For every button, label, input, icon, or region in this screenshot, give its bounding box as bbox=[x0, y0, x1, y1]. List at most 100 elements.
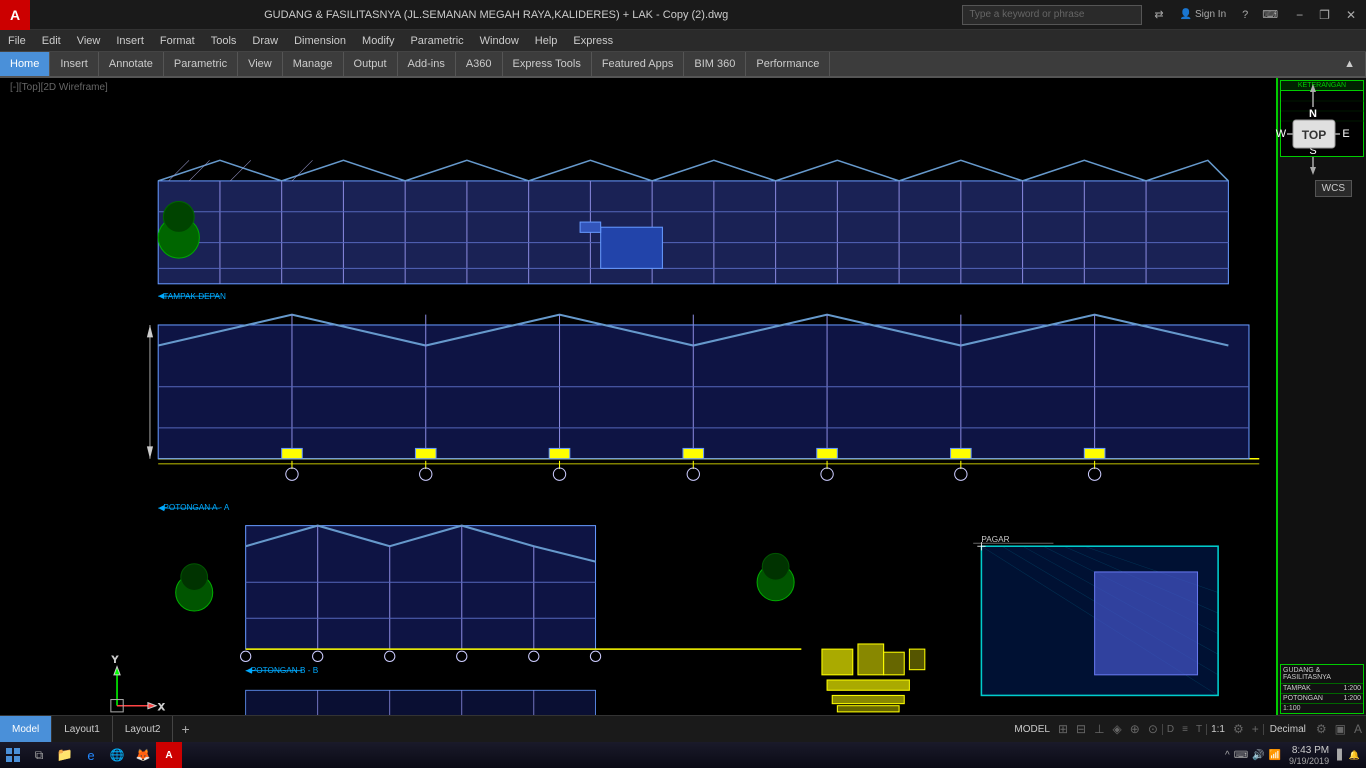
status-grid-icon[interactable]: ⊟ bbox=[1072, 722, 1090, 736]
tab-annotate[interactable]: Annotate bbox=[99, 52, 164, 76]
svg-text:E: E bbox=[1342, 128, 1349, 140]
menu-insert[interactable]: Insert bbox=[108, 30, 152, 51]
ribbon-minimize-arrow[interactable]: ▲ bbox=[1334, 52, 1366, 76]
menu-view[interactable]: View bbox=[69, 30, 109, 51]
menu-help[interactable]: Help bbox=[527, 30, 566, 51]
menu-window[interactable]: Window bbox=[472, 30, 527, 51]
status-lw-icon[interactable]: ≡ bbox=[1178, 724, 1192, 735]
restore-button[interactable]: ❐ bbox=[1313, 6, 1336, 24]
status-trans-icon[interactable]: T bbox=[1192, 724, 1206, 735]
title-block-name: GUDANG & FASILITASNYA bbox=[1281, 665, 1363, 684]
window-controls: − ❐ ✕ bbox=[1290, 6, 1366, 24]
notification-bell[interactable]: 🔔 bbox=[1349, 750, 1360, 761]
tab-bar: Model Layout1 Layout2 + MODEL ⊞ ⊟ ⊥ ◈ ⊕ … bbox=[0, 715, 1366, 742]
tab-layout2[interactable]: Layout2 bbox=[113, 716, 174, 742]
taskbar-chrome[interactable]: 🌐 bbox=[104, 742, 130, 768]
nav-cube[interactable]: N S W E TOP bbox=[1271, 82, 1356, 180]
cad-canvas-area[interactable]: [-][Top][2D Wireframe] N S W E TOP bbox=[0, 78, 1366, 716]
menu-parametric[interactable]: Parametric bbox=[402, 30, 471, 51]
app-icon: A bbox=[0, 0, 30, 30]
show-desktop[interactable]: ▋ bbox=[1337, 750, 1345, 761]
tab-a360[interactable]: A360 bbox=[456, 52, 503, 76]
svg-text:PAGAR: PAGAR bbox=[981, 535, 1009, 544]
clock-display[interactable]: 8:43 PM 9/19/2019 bbox=[1285, 745, 1333, 766]
taskbar-firefox[interactable]: 🦊 bbox=[130, 742, 156, 768]
status-osnap-icon[interactable]: ⊙ bbox=[1144, 722, 1162, 736]
help-icon-button[interactable]: ? bbox=[1238, 9, 1252, 21]
start-button[interactable] bbox=[0, 742, 26, 768]
status-settings2-icon[interactable]: ⚙ bbox=[1312, 722, 1331, 736]
taskbar-autocad[interactable]: A bbox=[156, 742, 182, 768]
tab-home[interactable]: Home bbox=[0, 52, 50, 76]
svg-text:W: W bbox=[1276, 128, 1287, 140]
tab-insert[interactable]: Insert bbox=[50, 52, 99, 76]
search-placeholder: Type a keyword or phrase bbox=[969, 9, 1084, 20]
taskbar-edge[interactable]: e bbox=[78, 742, 104, 768]
user-icon: 👤 bbox=[1180, 9, 1192, 20]
status-ortho-icon[interactable]: ⊥ bbox=[1090, 722, 1108, 736]
tab-express-tools[interactable]: Express Tools bbox=[503, 52, 592, 76]
status-snap2-icon[interactable]: ⊕ bbox=[1126, 722, 1144, 736]
tray-volume[interactable]: 🔊 bbox=[1252, 750, 1264, 761]
menu-bar: File Edit View Insert Format Tools Draw … bbox=[0, 30, 1366, 52]
tab-manage[interactable]: Manage bbox=[283, 52, 344, 76]
menu-dimension[interactable]: Dimension bbox=[286, 30, 354, 51]
svg-text:N: N bbox=[1309, 108, 1317, 120]
menu-format[interactable]: Format bbox=[152, 30, 203, 51]
tab-layout1[interactable]: Layout1 bbox=[52, 716, 113, 742]
svg-text:POTONGAN A - A: POTONGAN A - A bbox=[163, 503, 230, 512]
windows-taskbar: ⧉ 📁 e 🌐 🦊 A ^ ⌨ 🔊 📶 8:43 PM 9/19/2019 ▋ … bbox=[0, 742, 1366, 768]
taskbar-file-explorer[interactable]: 📁 bbox=[52, 742, 78, 768]
status-scale[interactable]: 1:1 bbox=[1206, 724, 1229, 735]
svg-text:POTONGAN B - B: POTONGAN B - B bbox=[251, 666, 319, 675]
ribbon: Home Insert Annotate Parametric View Man… bbox=[0, 52, 1366, 78]
tab-featured-apps[interactable]: Featured Apps bbox=[592, 52, 685, 76]
main-layout: QuickCalc [-][Top][2D Wireframe] N S W E bbox=[0, 78, 1366, 716]
status-dyn-icon[interactable]: D bbox=[1162, 724, 1178, 735]
tab-parametric[interactable]: Parametric bbox=[164, 52, 238, 76]
menu-modify[interactable]: Modify bbox=[354, 30, 402, 51]
menu-draw[interactable]: Draw bbox=[244, 30, 286, 51]
sign-in-button[interactable]: 👤 Sign In bbox=[1174, 9, 1233, 20]
svg-text:TOP: TOP bbox=[1302, 128, 1326, 142]
tray-network[interactable]: 📶 bbox=[1269, 750, 1281, 761]
cad-drawing[interactable]: TAMPAK DEPAN bbox=[0, 78, 1366, 716]
tab-view[interactable]: View bbox=[238, 52, 283, 76]
task-view-button[interactable]: ⧉ bbox=[26, 742, 52, 768]
tab-add-ins[interactable]: Add-ins bbox=[398, 52, 456, 76]
status-icons: MODEL ⊞ ⊟ ⊥ ◈ ⊕ ⊙ D ≡ T 1:1 ⚙ + Decimal … bbox=[1010, 716, 1366, 742]
menu-edit[interactable]: Edit bbox=[34, 30, 69, 51]
viewport-label: [-][Top][2D Wireframe] bbox=[10, 82, 108, 93]
menu-tools[interactable]: Tools bbox=[203, 30, 245, 51]
status-model-label[interactable]: MODEL bbox=[1010, 724, 1054, 735]
tab-output[interactable]: Output bbox=[344, 52, 398, 76]
close-button[interactable]: ✕ bbox=[1340, 6, 1362, 24]
keyboard-icon[interactable]: ⌨ bbox=[1258, 8, 1282, 21]
status-polar-icon[interactable]: ◈ bbox=[1109, 722, 1126, 736]
svg-text:TAMPAK DEPAN: TAMPAK DEPAN bbox=[163, 292, 226, 301]
menu-file[interactable]: File bbox=[0, 30, 34, 51]
tab-bim360[interactable]: BIM 360 bbox=[684, 52, 746, 76]
title-block-box: GUDANG & FASILITASNYA TAMPAK 1:200 POTON… bbox=[1280, 664, 1364, 714]
tray-keyboard[interactable]: ⌨ bbox=[1234, 750, 1248, 761]
status-view-icon[interactable]: ▣ bbox=[1331, 722, 1350, 736]
layout-tabs: Model Layout1 Layout2 + MODEL ⊞ ⊟ ⊥ ◈ ⊕ … bbox=[0, 716, 1366, 742]
title-bar: A GUDANG & FASILITASNYA (JL.SEMANAN MEGA… bbox=[0, 0, 1366, 30]
exchange-icon[interactable]: ⇄ bbox=[1150, 8, 1167, 21]
wcs-label[interactable]: WCS bbox=[1315, 180, 1352, 197]
tab-performance[interactable]: Performance bbox=[746, 52, 830, 76]
status-decimal[interactable]: Decimal bbox=[1263, 724, 1312, 735]
add-layout-button[interactable]: + bbox=[173, 716, 197, 742]
tray-show-hidden[interactable]: ^ bbox=[1225, 750, 1230, 761]
title-search-box[interactable]: Type a keyword or phrase bbox=[962, 5, 1142, 25]
title-block-subtitle1: TAMPAK 1:200 bbox=[1281, 684, 1363, 694]
status-plus-icon[interactable]: + bbox=[1248, 722, 1263, 736]
menu-express[interactable]: Express bbox=[565, 30, 621, 51]
minimize-button[interactable]: − bbox=[1290, 6, 1309, 24]
window-title: GUDANG & FASILITASNYA (JL.SEMANAN MEGAH … bbox=[30, 9, 962, 21]
svg-text:X: X bbox=[158, 702, 164, 712]
tab-model[interactable]: Model bbox=[0, 716, 52, 742]
status-anno-icon[interactable]: A bbox=[1350, 722, 1366, 736]
status-settings-icon[interactable]: ⚙ bbox=[1229, 722, 1248, 736]
status-snap-icon[interactable]: ⊞ bbox=[1054, 722, 1072, 736]
